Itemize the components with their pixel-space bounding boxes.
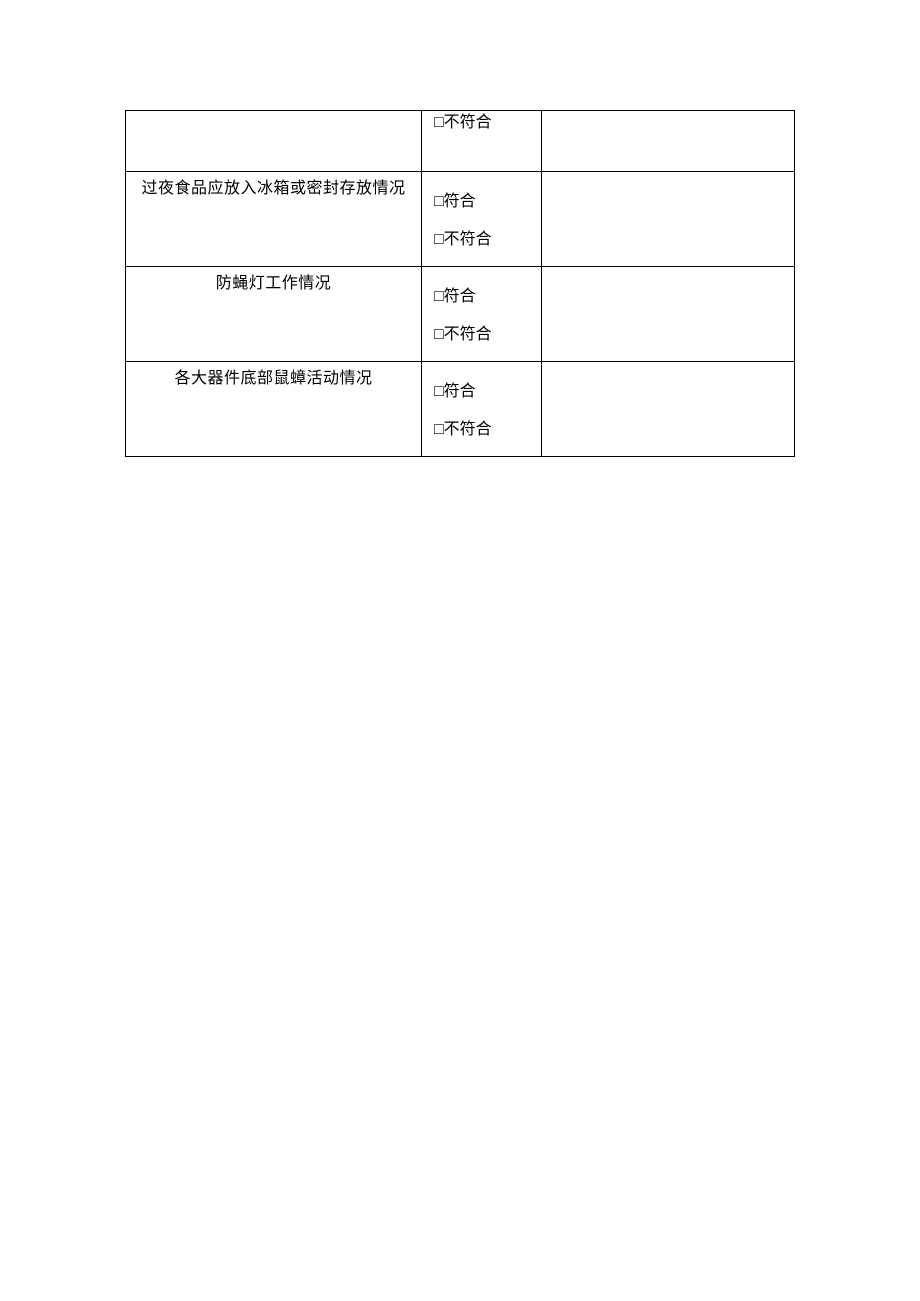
- item-label: 各大器件底部鼠蟑活动情况: [126, 362, 421, 390]
- checkbox-conform[interactable]: □符合: [434, 289, 541, 305]
- remark-cell: [542, 267, 795, 362]
- item-label: 过夜食品应放入冰箱或密封存放情况: [126, 172, 421, 200]
- remark-cell: [542, 172, 795, 267]
- item-label: 防蝇灯工作情况: [126, 267, 421, 295]
- item-cell: 防蝇灯工作情况: [126, 267, 422, 362]
- inspection-table: □不符合 过夜食品应放入冰箱或密封存放情况 □符合 □不符合 防蝇灯工作情况: [125, 110, 795, 457]
- item-cell: [126, 111, 422, 172]
- item-label: [126, 111, 421, 117]
- status-cell: □不符合: [422, 111, 542, 172]
- checkbox-conform[interactable]: □符合: [434, 194, 541, 210]
- checkbox-nonconform[interactable]: □不符合: [434, 422, 541, 438]
- status-cell: □符合 □不符合: [422, 172, 542, 267]
- checkbox-nonconform[interactable]: □不符合: [434, 232, 541, 248]
- remark-cell: [542, 362, 795, 457]
- item-cell: 各大器件底部鼠蟑活动情况: [126, 362, 422, 457]
- remark-cell: [542, 111, 795, 172]
- checkbox-conform[interactable]: □符合: [434, 384, 541, 400]
- table-row: □不符合: [126, 111, 795, 172]
- table-row: 防蝇灯工作情况 □符合 □不符合: [126, 267, 795, 362]
- item-cell: 过夜食品应放入冰箱或密封存放情况: [126, 172, 422, 267]
- status-cell: □符合 □不符合: [422, 267, 542, 362]
- table-row: 各大器件底部鼠蟑活动情况 □符合 □不符合: [126, 362, 795, 457]
- status-cell: □符合 □不符合: [422, 362, 542, 457]
- checkbox-nonconform[interactable]: □不符合: [434, 327, 541, 343]
- checkbox-nonconform[interactable]: □不符合: [434, 115, 541, 131]
- table-row: 过夜食品应放入冰箱或密封存放情况 □符合 □不符合: [126, 172, 795, 267]
